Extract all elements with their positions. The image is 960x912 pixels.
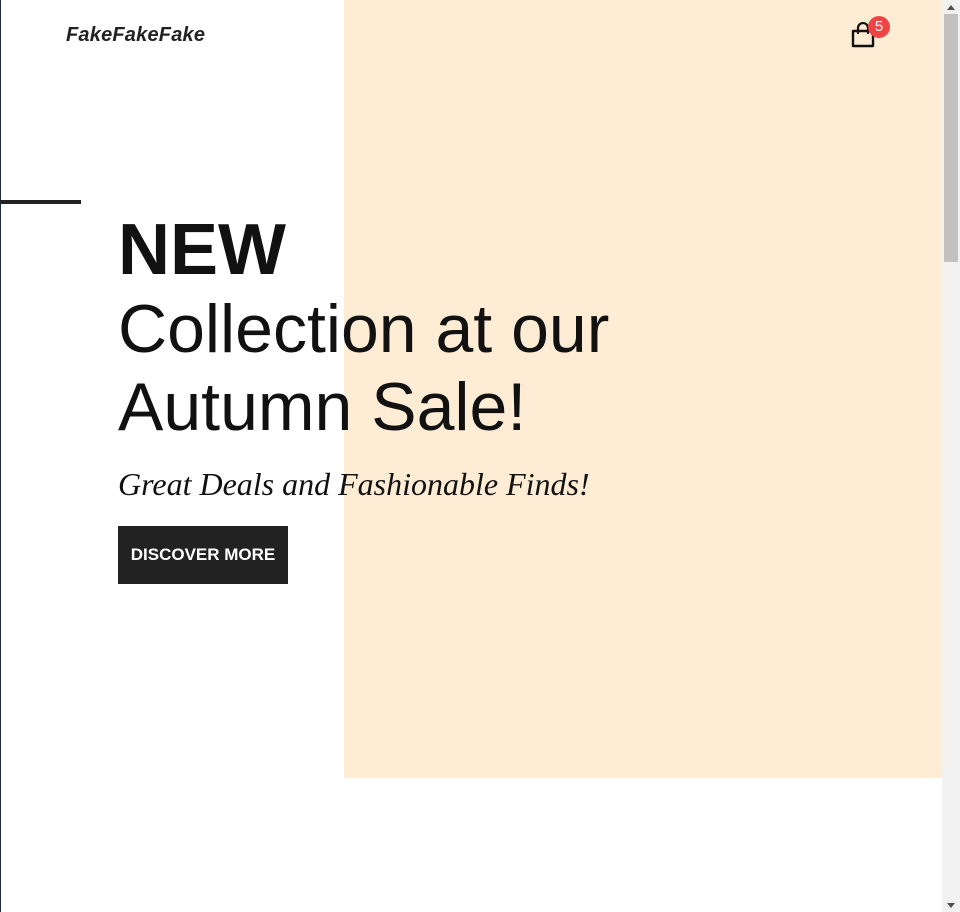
discover-more-button[interactable]: DISCOVER MORE	[118, 526, 288, 584]
cart-button[interactable]: 5	[850, 16, 894, 52]
window-border	[0, 0, 1, 912]
scrollbar-thumb[interactable]	[944, 14, 958, 262]
scroll-up-arrow-icon[interactable]	[947, 5, 955, 10]
hero-subtitle: Great Deals and Fashionable Finds!	[118, 466, 590, 502]
hero-new-label: NEW	[118, 210, 286, 290]
decorative-accent-line	[0, 200, 81, 204]
cart-count-badge: 5	[868, 16, 890, 38]
site-logo[interactable]: FakeFakeFake	[66, 24, 205, 47]
vertical-scrollbar[interactable]	[942, 0, 960, 912]
scroll-down-arrow-icon[interactable]	[947, 903, 955, 908]
hero-title: Collection at our Autumn Sale!	[118, 291, 610, 445]
hero-heading: NEW Collection at our Autumn Sale!	[118, 210, 678, 446]
